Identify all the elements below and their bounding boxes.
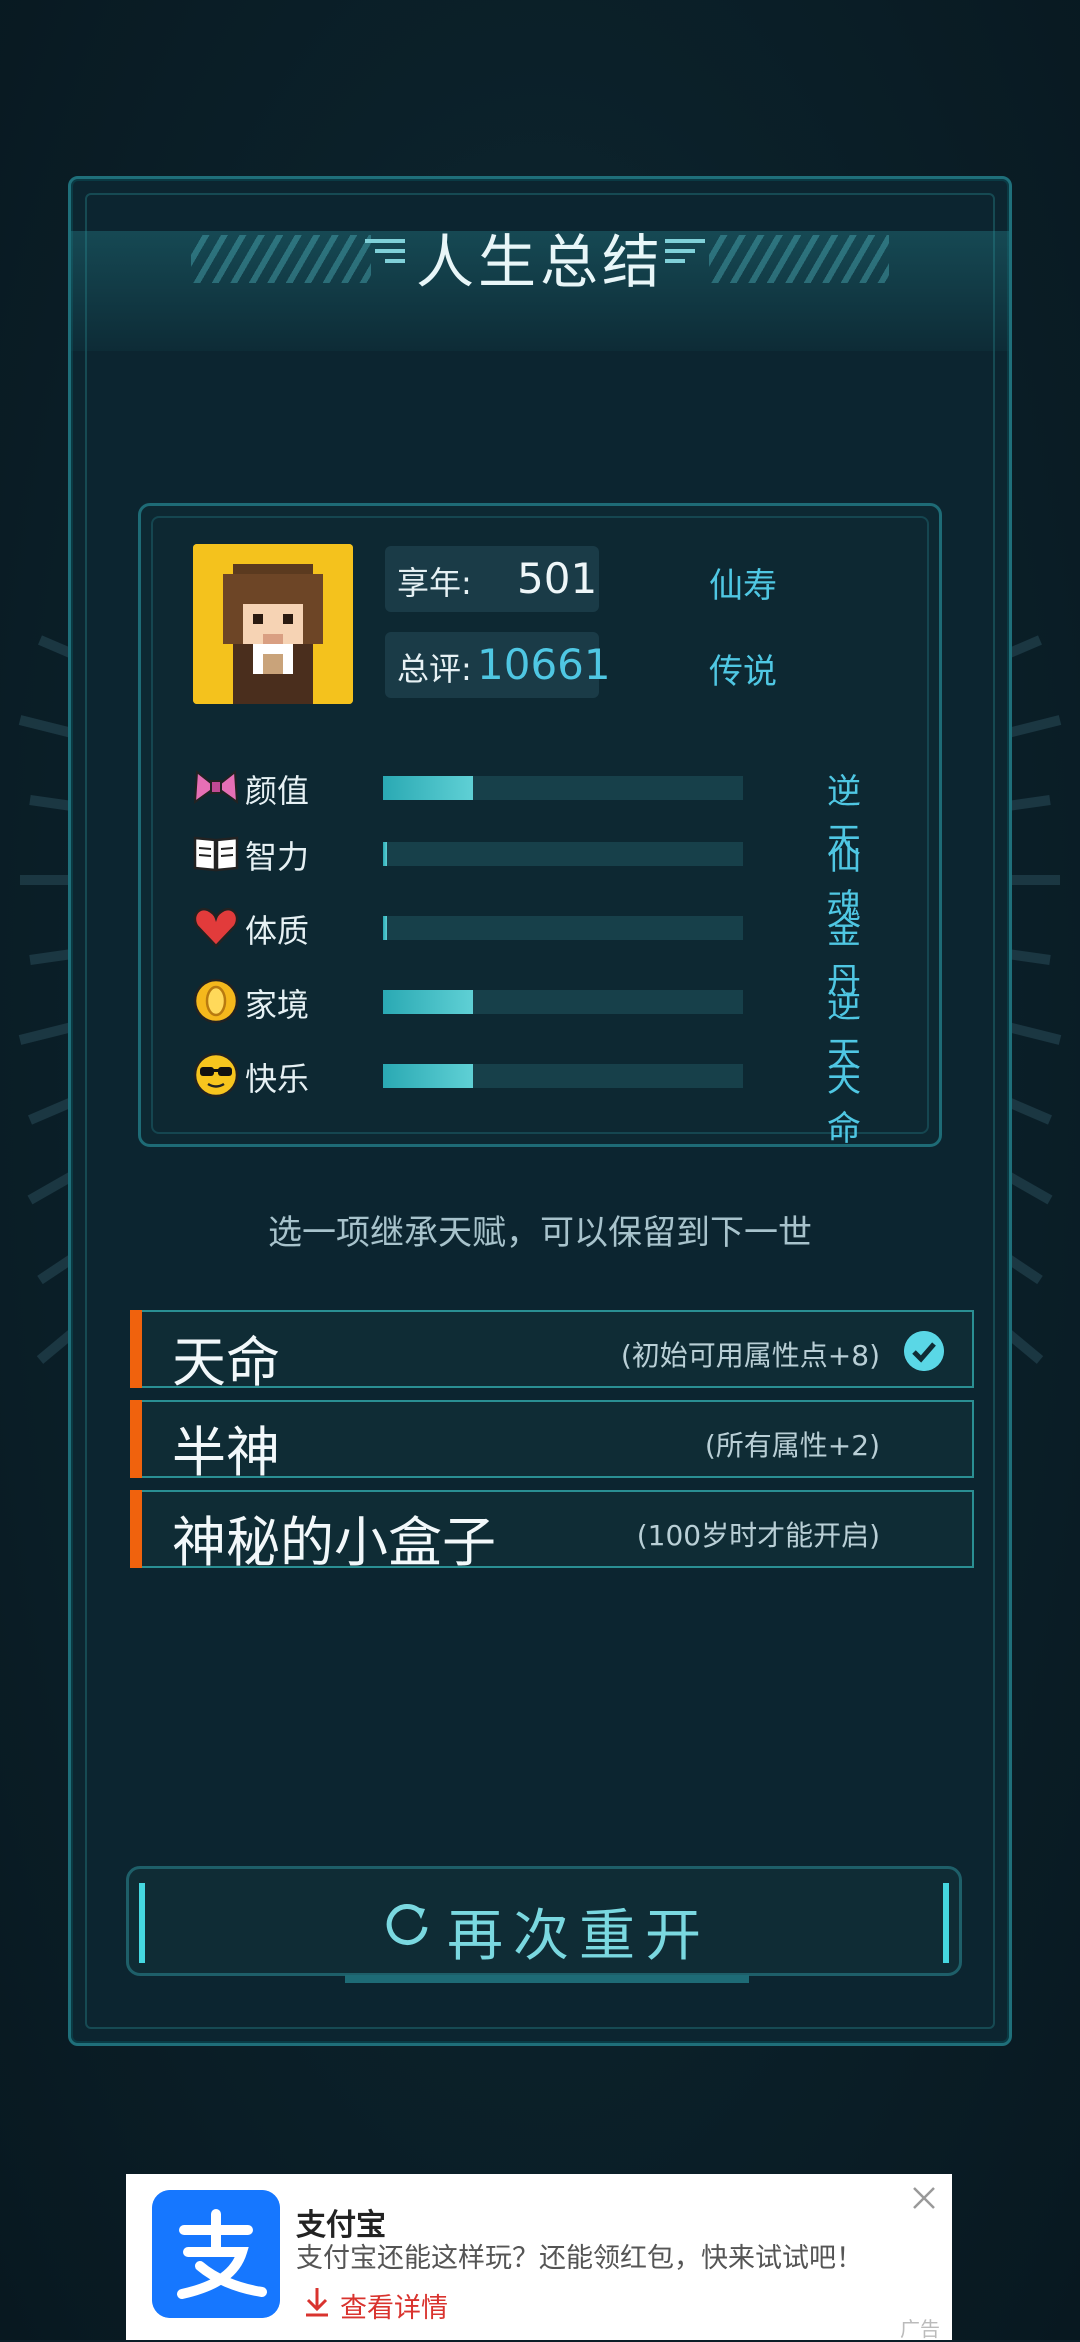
score-grade: 传说 xyxy=(709,652,777,692)
stat-name: 体质 xyxy=(245,912,310,950)
download-icon xyxy=(306,2288,328,2317)
stat-bar xyxy=(383,990,743,1014)
stat-bar-fill xyxy=(383,1064,473,1088)
stat-grade: 天命 xyxy=(827,1060,861,1149)
stat-name: 快乐 xyxy=(245,1060,310,1098)
stat-row-constitution: 体质 金丹 xyxy=(191,902,861,1001)
bow-icon xyxy=(193,770,239,805)
stat-name: 智力 xyxy=(245,838,310,876)
book-icon xyxy=(193,836,239,872)
talent-name: 神秘的小盒子 xyxy=(172,1511,496,1574)
age-grade: 仙寿 xyxy=(709,566,777,606)
talent-marker xyxy=(130,1310,142,1388)
sunglasses-face-icon xyxy=(193,1052,239,1098)
ad-banner[interactable]: 支付宝 支付宝还能这样玩？还能领红包，快来试试吧！ 查看详情 广告 xyxy=(126,2174,952,2341)
ad-details-link[interactable]: 查看详情 xyxy=(340,2286,448,2325)
stat-bar-fill xyxy=(383,916,387,940)
talent-option-3[interactable]: 神秘的小盒子 (100岁时才能开启) xyxy=(130,1490,974,1574)
score-value: 10661 xyxy=(477,640,611,689)
stat-row-appearance: 颜值 逆天 xyxy=(191,762,861,861)
ad-text: 支付宝还能这样玩？还能领红包，快来试试吧！ xyxy=(296,2243,863,2274)
talent-desc: (初始可用属性点+8) xyxy=(620,1339,880,1372)
stat-row-family: 家境 逆天 xyxy=(191,976,861,1075)
heart-icon xyxy=(193,907,239,948)
talent-name: 半神 xyxy=(172,1421,280,1484)
coin-icon xyxy=(193,978,239,1024)
talent-marker xyxy=(130,1400,142,1478)
stat-bar-fill xyxy=(383,776,473,800)
talent-desc: (100岁时才能开启) xyxy=(636,1519,880,1552)
alipay-logo xyxy=(152,2190,280,2318)
check-icon xyxy=(904,1331,944,1371)
page-title: 人生总结 xyxy=(415,228,664,296)
talent-option-1[interactable]: 天命 (初始可用属性点+8) xyxy=(130,1310,974,1394)
button-bottom-tab xyxy=(345,1975,749,1983)
stat-name: 家境 xyxy=(245,986,310,1024)
stats-panel: 享年: 501 仙寿 总评: 10661 传说 颜值 逆天 智力 仙魂 体质 金… xyxy=(138,503,942,1149)
restart-label: 再次重开 xyxy=(447,1904,711,1969)
talent-marker xyxy=(130,1490,142,1568)
stat-bar xyxy=(383,916,743,940)
stat-bar-fill xyxy=(383,990,473,1014)
talent-name: 天命 xyxy=(172,1331,280,1394)
avatar xyxy=(193,544,353,704)
age-box: 享年: 501 xyxy=(385,546,599,612)
stat-name: 颜值 xyxy=(245,772,310,810)
close-icon[interactable] xyxy=(910,2184,938,2212)
ad-tag: 广告 xyxy=(900,2317,940,2341)
talent-option-2[interactable]: 半神 (所有属性+2) xyxy=(130,1400,974,1484)
stat-row-intelligence: 智力 仙魂 xyxy=(191,828,861,927)
score-box: 总评: 10661 xyxy=(385,632,611,698)
talent-desc: (所有属性+2) xyxy=(704,1429,880,1462)
age-value: 501 xyxy=(517,554,598,603)
stat-row-happiness: 快乐 天命 xyxy=(191,1050,861,1149)
score-label: 总评: xyxy=(397,650,472,688)
stat-bar xyxy=(383,1064,743,1088)
inherit-hint: 选一项继承天赋，可以保留到下一世 xyxy=(268,1213,812,1253)
stat-bar xyxy=(383,776,743,800)
stat-bar xyxy=(383,842,743,866)
stat-bar-fill xyxy=(383,842,387,866)
restart-button[interactable]: 再次重开 xyxy=(126,1866,962,1983)
age-label: 享年: xyxy=(397,564,472,602)
